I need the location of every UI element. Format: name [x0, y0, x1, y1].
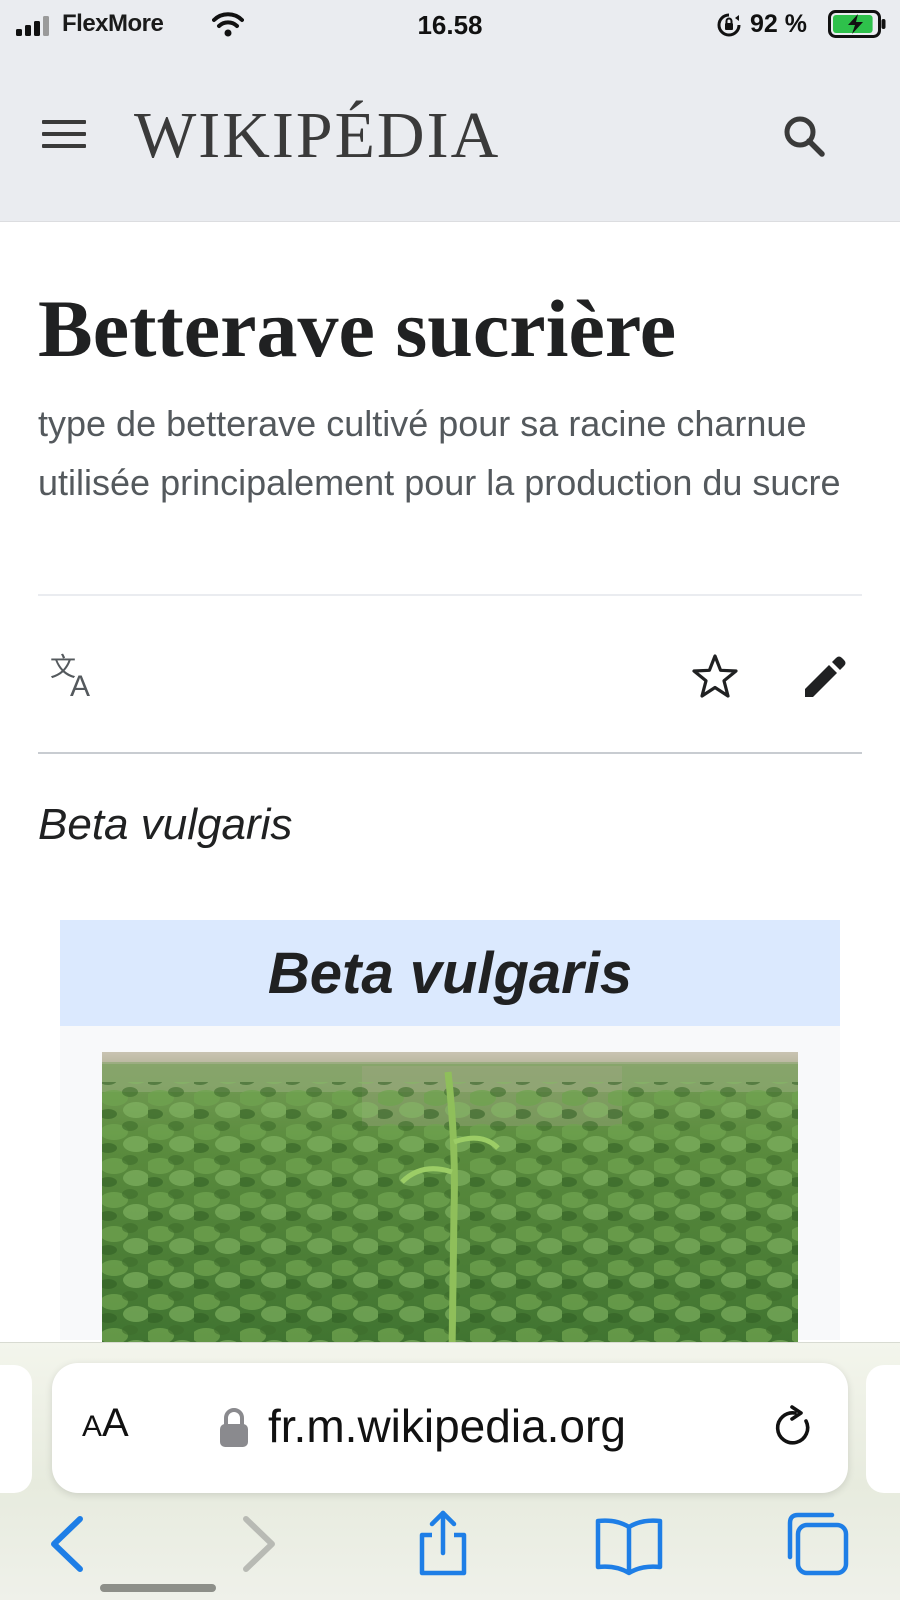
star-icon[interactable] — [690, 652, 740, 702]
divider — [38, 594, 862, 596]
text-size-button[interactable]: A A — [82, 1401, 129, 1455]
search-icon[interactable] — [780, 112, 828, 160]
browser-toolbar: A A fr.m.wikipedia.org — [0, 1342, 900, 1600]
status-bar: FlexMore 16.58 92 % — [0, 0, 900, 52]
back-arrow-icon[interactable] — [34, 1509, 104, 1579]
battery-charging-icon — [828, 10, 886, 38]
translate-icon[interactable]: 文 A — [48, 650, 104, 700]
previous-tab-preview[interactable] — [0, 1365, 32, 1493]
forward-arrow-icon[interactable] — [222, 1509, 292, 1579]
divider — [38, 752, 862, 754]
sugar-beet-field-image[interactable] — [102, 1052, 798, 1352]
pencil-icon[interactable] — [800, 652, 850, 702]
rotation-lock-icon — [717, 13, 741, 37]
page-description: type de betterave cultivé pour sa racine… — [38, 403, 841, 503]
tabs-icon[interactable] — [782, 1509, 852, 1579]
wikipedia-wordmark[interactable]: WIKIPÉDIA — [134, 98, 500, 174]
scientific-name: Beta vulgaris — [38, 800, 293, 849]
taxobox-heading: Beta vulgaris — [60, 920, 840, 1026]
next-tab-preview[interactable] — [866, 1365, 900, 1493]
hamburger-menu-icon[interactable] — [40, 112, 88, 156]
battery-percentage: 92 % — [750, 10, 807, 38]
share-icon[interactable] — [408, 1509, 478, 1579]
home-indicator[interactable] — [100, 1584, 216, 1592]
taxobox: Beta vulgaris — [60, 920, 840, 1352]
lock-icon — [220, 1408, 248, 1447]
page-title: Betterave sucrière — [38, 283, 677, 374]
address-bar[interactable]: A A fr.m.wikipedia.org — [52, 1363, 848, 1493]
url-text: fr.m.wikipedia.org — [268, 1400, 626, 1452]
wikipedia-header: WIKIPÉDIA — [0, 52, 900, 222]
svg-text:A: A — [70, 670, 90, 700]
bookmarks-icon[interactable] — [594, 1509, 664, 1579]
reload-icon[interactable] — [768, 1403, 818, 1453]
